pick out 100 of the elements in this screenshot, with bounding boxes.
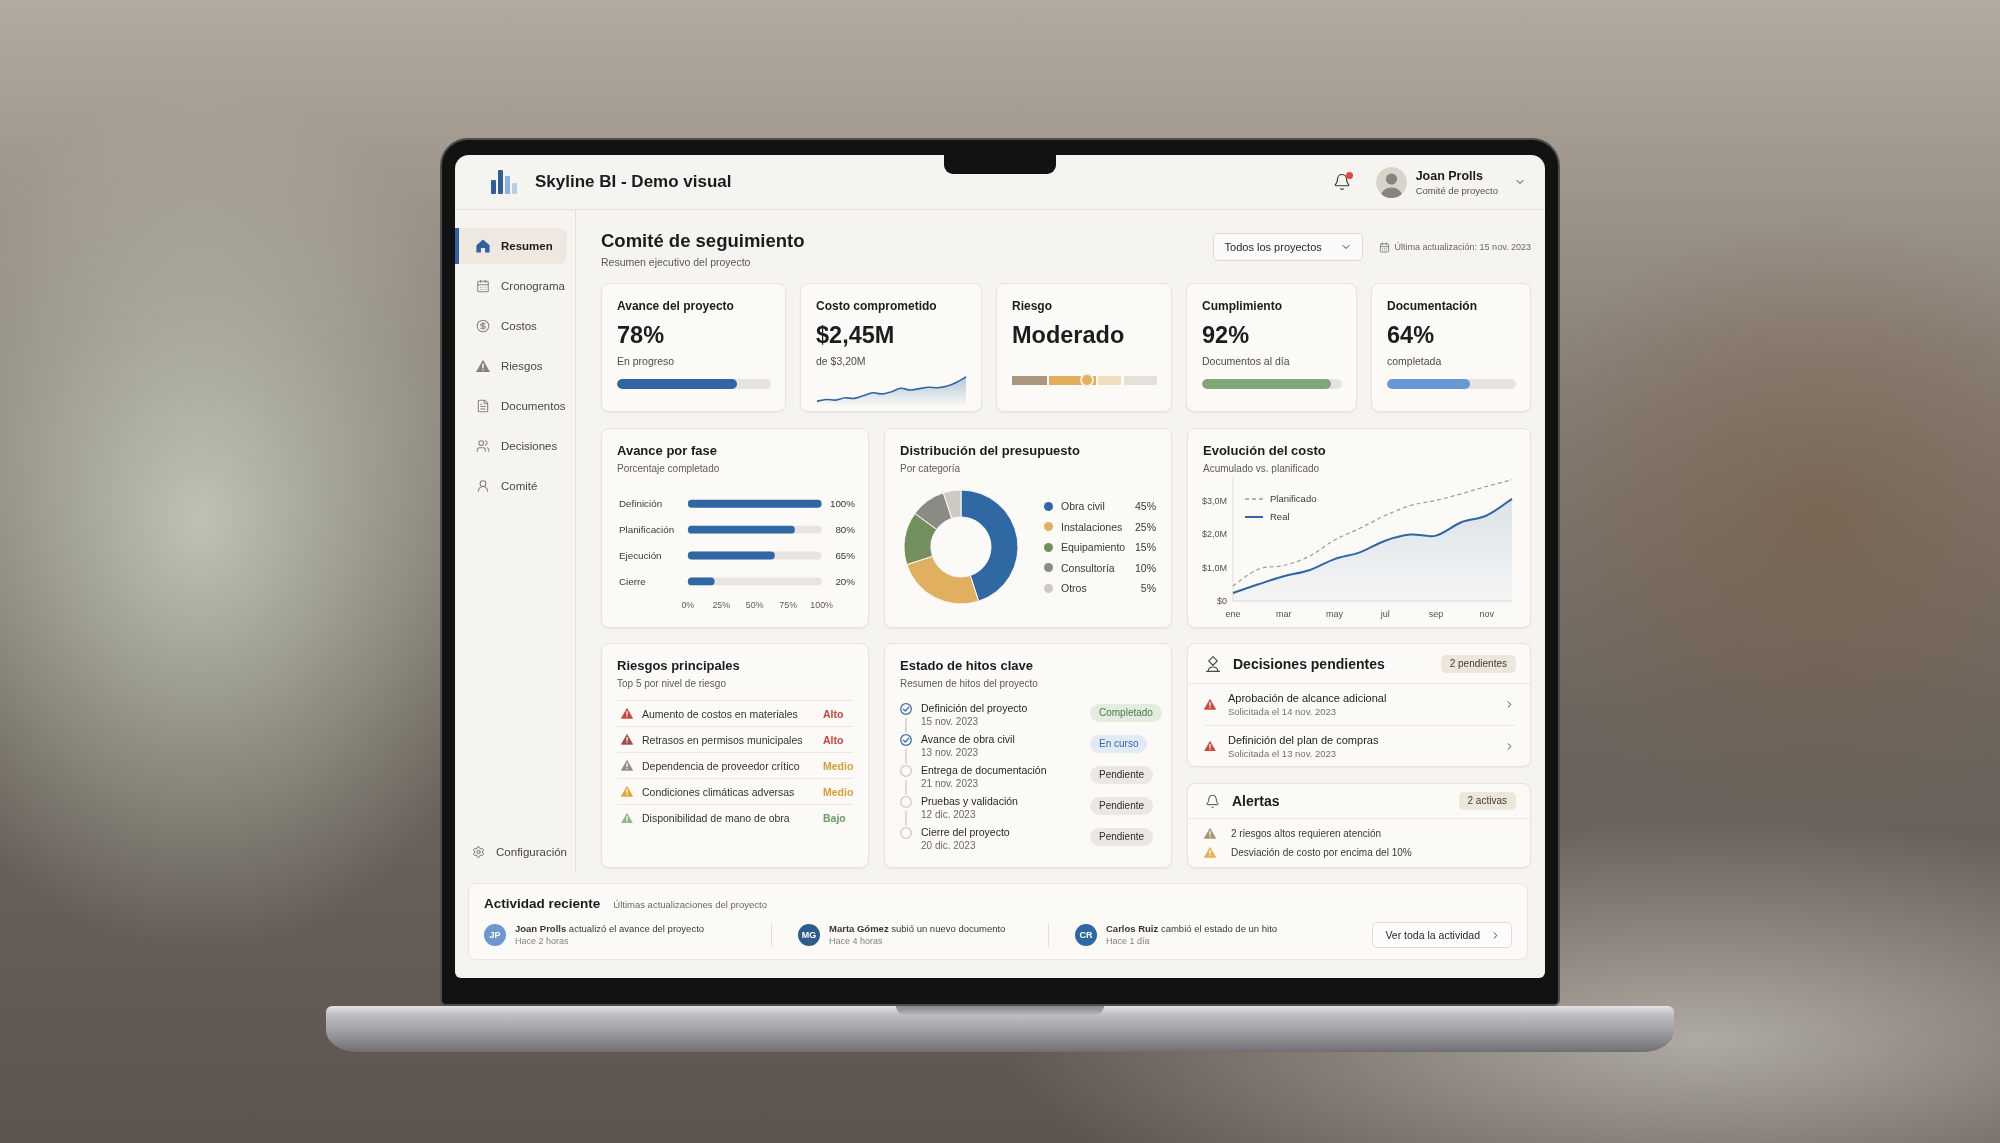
- legend-label: Otros: [1061, 582, 1088, 594]
- kpi-value: Moderado: [1012, 321, 1126, 350]
- count-badge: 2 activas: [1458, 792, 1516, 810]
- milestone-title: Entrega de documentación: [921, 764, 1048, 777]
- card-title: Riesgos principales: [617, 658, 741, 674]
- nav-item[interactable]: Configuración: [455, 840, 567, 864]
- project-dropdown[interactable]: Todos los proyectos: [1212, 233, 1363, 261]
- last-update-text: Última actualización: 15 nov. 2023: [1394, 242, 1531, 252]
- nav-item[interactable]: Resumen: [455, 228, 567, 264]
- document-icon: [476, 399, 490, 413]
- user-avatar: MG: [798, 924, 820, 946]
- decision-title: Aprobación de alcance adicional: [1228, 692, 1387, 704]
- card-title: Distribución del presupuesto: [900, 443, 1081, 459]
- user-avatar: CR: [1075, 924, 1097, 946]
- calendar-icon: [476, 279, 490, 293]
- status-badge: Pendiente: [1090, 766, 1154, 784]
- legend-label: Consultoría: [1061, 561, 1116, 574]
- tick-label: nov: [1479, 609, 1494, 619]
- decision-date: Solicitada el 14 nov. 2023: [1228, 706, 1338, 717]
- status-badge: Pendiente: [1090, 828, 1154, 846]
- tick-label: 75%: [779, 600, 798, 611]
- tick-label: 25%: [712, 600, 731, 611]
- kpi-value: $2,45M: [816, 321, 896, 350]
- nav-item[interactable]: Costos: [455, 308, 567, 344]
- activity-time: Hace 2 horas: [515, 936, 570, 947]
- warning-icon: [476, 359, 490, 373]
- nav-item[interactable]: Cronograma: [455, 268, 567, 304]
- user-role: Comité de proyecto: [1415, 184, 1498, 196]
- kpi-caption: En progreso: [617, 354, 676, 368]
- bars-logo-icon: [491, 170, 517, 194]
- risk-label: Aumento de costos en materiales: [642, 707, 799, 720]
- card-subtitle: Porcentaje completado: [617, 462, 721, 475]
- milestone-date: 13 nov. 2023: [921, 746, 980, 759]
- alert-text: 2 riesgos altos requieren atención: [1231, 828, 1382, 839]
- category-label: Cierre: [618, 575, 646, 587]
- activity-text: Carlos Ruiz cambió el estado de un hito: [1106, 923, 1278, 935]
- legend-label: Instalaciones: [1061, 520, 1124, 533]
- house-icon: [476, 239, 490, 253]
- category-label: Planificación: [618, 524, 675, 536]
- value-label: 100%: [829, 498, 856, 510]
- activity-time: Hace 4 horas: [829, 936, 884, 947]
- card-title: Estado de hitos clave: [900, 658, 1034, 674]
- count-badge: 2 pendientes: [1440, 654, 1516, 673]
- milestone-title: Cierre del proyecto: [921, 826, 1011, 839]
- card-subtitle: Top 5 por nivel de riesgo: [617, 677, 727, 690]
- kpi-value: 78%: [617, 321, 666, 350]
- tick-label: mar: [1276, 609, 1292, 619]
- risk-rating: Alto: [823, 733, 845, 746]
- person-icon: [476, 479, 490, 493]
- kpi-title: Documentación: [1387, 299, 1478, 314]
- category-label: Ejecución: [618, 550, 662, 561]
- view-all-activity-button[interactable]: Ver toda la actividad: [1372, 922, 1512, 948]
- tick-label: jul: [1380, 609, 1390, 619]
- value-label: 80%: [835, 524, 856, 536]
- people-icon: [476, 439, 490, 453]
- risk-rating: Bajo: [823, 812, 847, 824]
- tick-label: $0: [1217, 596, 1227, 607]
- line-icon: [1244, 516, 1264, 518]
- kpi-caption: de $3,20M: [816, 354, 867, 368]
- nav-item[interactable]: Comité: [455, 468, 567, 504]
- status-badge: En curso: [1090, 735, 1148, 753]
- tick-label: $3,0M: [1202, 495, 1227, 506]
- page-title: Comité de seguimiento: [601, 229, 805, 252]
- milestone-date: 12 dic. 2023: [921, 808, 977, 821]
- legend-value: 5%: [1140, 582, 1156, 594]
- nav-item[interactable]: Decisiones: [455, 428, 567, 464]
- tick-label: 50%: [745, 600, 764, 611]
- nav-item[interactable]: Riesgos: [455, 348, 567, 384]
- legend-label: Obra civil: [1061, 500, 1106, 512]
- tick-label: ene: [1225, 609, 1241, 619]
- risk-label: Disponibilidad de mano de obra: [642, 812, 791, 824]
- card-subtitle: Resumen de hitos del proyecto: [900, 677, 1039, 690]
- app-title: Skyline BI - Demo visual: [535, 172, 732, 192]
- legend-label: Equipamiento: [1061, 541, 1127, 553]
- legend-value: 15%: [1135, 541, 1156, 553]
- nav-item[interactable]: Documentos: [455, 388, 567, 424]
- user-name: Joan Prolls: [1415, 168, 1484, 183]
- milestone-date: 15 nov. 2023: [921, 715, 980, 728]
- calendar-icon: [1378, 241, 1390, 253]
- kpi-title: Costo comprometido: [816, 299, 938, 314]
- status-badge: Pendiente: [1090, 797, 1154, 815]
- bar: [687, 577, 715, 586]
- card-title: Actividad reciente: [484, 895, 601, 912]
- warning-icon: [1204, 740, 1216, 752]
- kpi-caption: completada: [1387, 354, 1443, 368]
- legend-label: Planificado: [1270, 493, 1317, 505]
- user-avatar: JP: [484, 924, 506, 946]
- tick-label: may: [1325, 609, 1343, 619]
- legend-value: 10%: [1135, 561, 1156, 574]
- tick-label: $1,0M: [1202, 562, 1227, 573]
- bell-icon: [1205, 793, 1220, 809]
- milestone-title: Pruebas y validación: [921, 795, 1019, 808]
- bell-icon[interactable]: [1332, 173, 1351, 191]
- user-avatar-icon[interactable]: [1375, 166, 1407, 198]
- card-subtitle: Por categoría: [900, 462, 962, 475]
- tick-label: $2,0M: [1202, 529, 1227, 540]
- risk-rating: Medio: [823, 759, 853, 772]
- alert-text: Desviación de costo por encima del 10%: [1231, 847, 1412, 858]
- warning-icon: [1204, 699, 1216, 710]
- activity-text: Joan Prolls actualizó el avance del proyecto: [515, 923, 705, 935]
